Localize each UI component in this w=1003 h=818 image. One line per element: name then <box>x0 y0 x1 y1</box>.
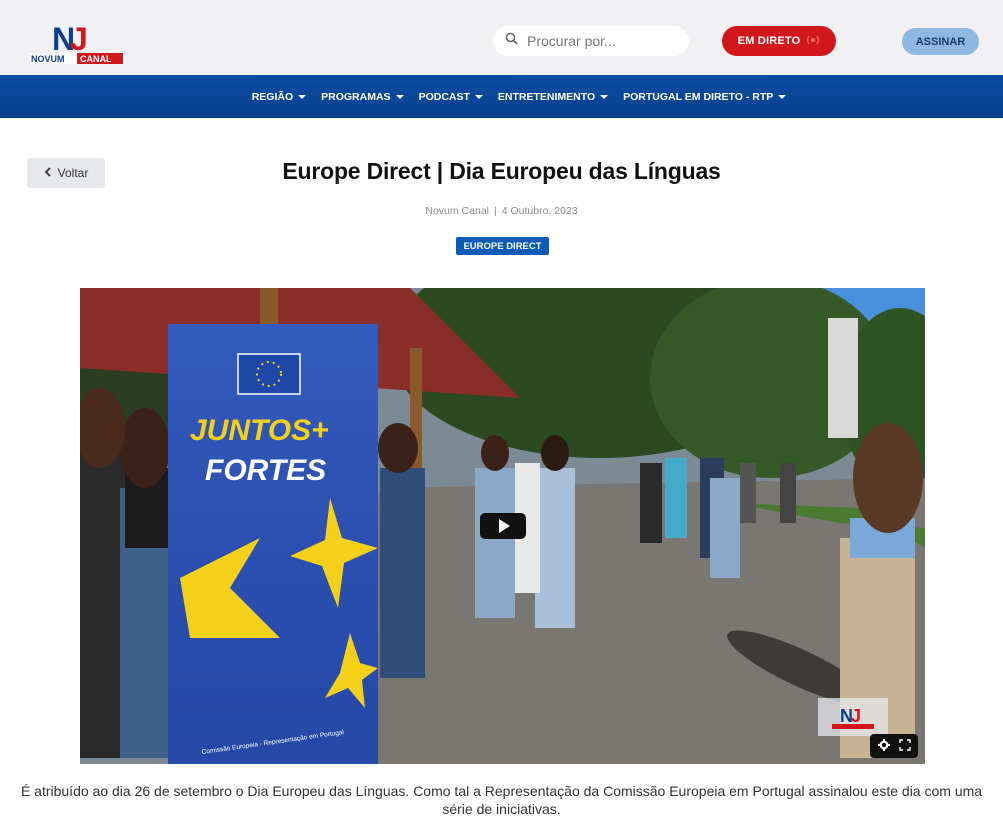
video-controls <box>870 734 918 758</box>
svg-text:J: J <box>851 706 861 726</box>
nav-item-label: PODCAST <box>418 90 470 103</box>
play-icon[interactable] <box>480 513 526 539</box>
svg-text:JUNTOS+: JUNTOS+ <box>190 414 329 447</box>
nav-item-label: PROGRAMAS <box>321 90 391 103</box>
search-box[interactable] <box>493 26 689 56</box>
caret-down-icon <box>474 94 483 99</box>
nav-item-label: PORTUGAL EM DIRETO - RTP <box>623 90 774 103</box>
nav-item-label: ENTRETENIMENTO <box>497 90 596 103</box>
site-logo[interactable]: N J NOVUM CANAL <box>30 20 125 66</box>
category-tag[interactable]: EUROPE DIRECT <box>456 237 549 255</box>
article-meta: Novum Canal | 4 Outubro, 2023 <box>0 205 1003 217</box>
search-input[interactable] <box>527 33 667 49</box>
live-button[interactable]: EM DIRETO <box>722 26 836 56</box>
caret-down-icon <box>395 94 404 99</box>
live-button-label: EM DIRETO <box>737 35 801 47</box>
subscribe-button[interactable]: ASSINAR <box>902 28 979 55</box>
live-dot-icon <box>806 35 820 48</box>
article-title: Europe Direct | Dia Europeu das Línguas <box>282 158 721 184</box>
main-nav: REGIÃO PROGRAMAS PODCAST ENTRETENIMENTO … <box>0 75 1003 118</box>
nav-item-podcast[interactable]: PODCAST <box>419 91 483 103</box>
meta-separator: | <box>494 205 497 217</box>
gear-icon[interactable] <box>877 738 890 754</box>
video-player[interactable]: JUNTOS+ FORTES Comissão Europeia - Repre… <box>80 288 925 764</box>
site-header: N J NOVUM CANAL EM DIRETO ASSINAR <box>0 0 1003 75</box>
svg-text:FORTES: FORTES <box>205 454 326 487</box>
video-watermark-logo: N J <box>818 698 888 736</box>
nav-item-programas[interactable]: PROGRAMAS <box>321 90 404 103</box>
caret-down-icon <box>298 94 307 99</box>
caret-down-icon <box>778 94 787 99</box>
fullscreen-icon[interactable] <box>898 738 911 754</box>
article-author[interactable]: Novum Canal <box>425 205 489 217</box>
nav-item-entretenimento[interactable]: ENTRETENIMENTO <box>497 90 609 103</box>
svg-text:CANAL: CANAL <box>80 54 112 64</box>
svg-text:NOVUM: NOVUM <box>31 54 65 64</box>
nav-item-portugal-em-direto[interactable]: PORTUGAL EM DIRETO - RTP <box>623 90 787 103</box>
svg-text:J: J <box>70 21 88 57</box>
article-caption: É atribuído ao dia 26 de setembro o Dia … <box>20 783 983 817</box>
search-icon <box>505 32 518 50</box>
caret-down-icon <box>600 94 609 99</box>
nav-item-regiao[interactable]: REGIÃO <box>251 90 307 103</box>
article-date: 4 Outubro, 2023 <box>501 205 578 217</box>
nav-item-label: REGIÃO <box>251 90 294 103</box>
